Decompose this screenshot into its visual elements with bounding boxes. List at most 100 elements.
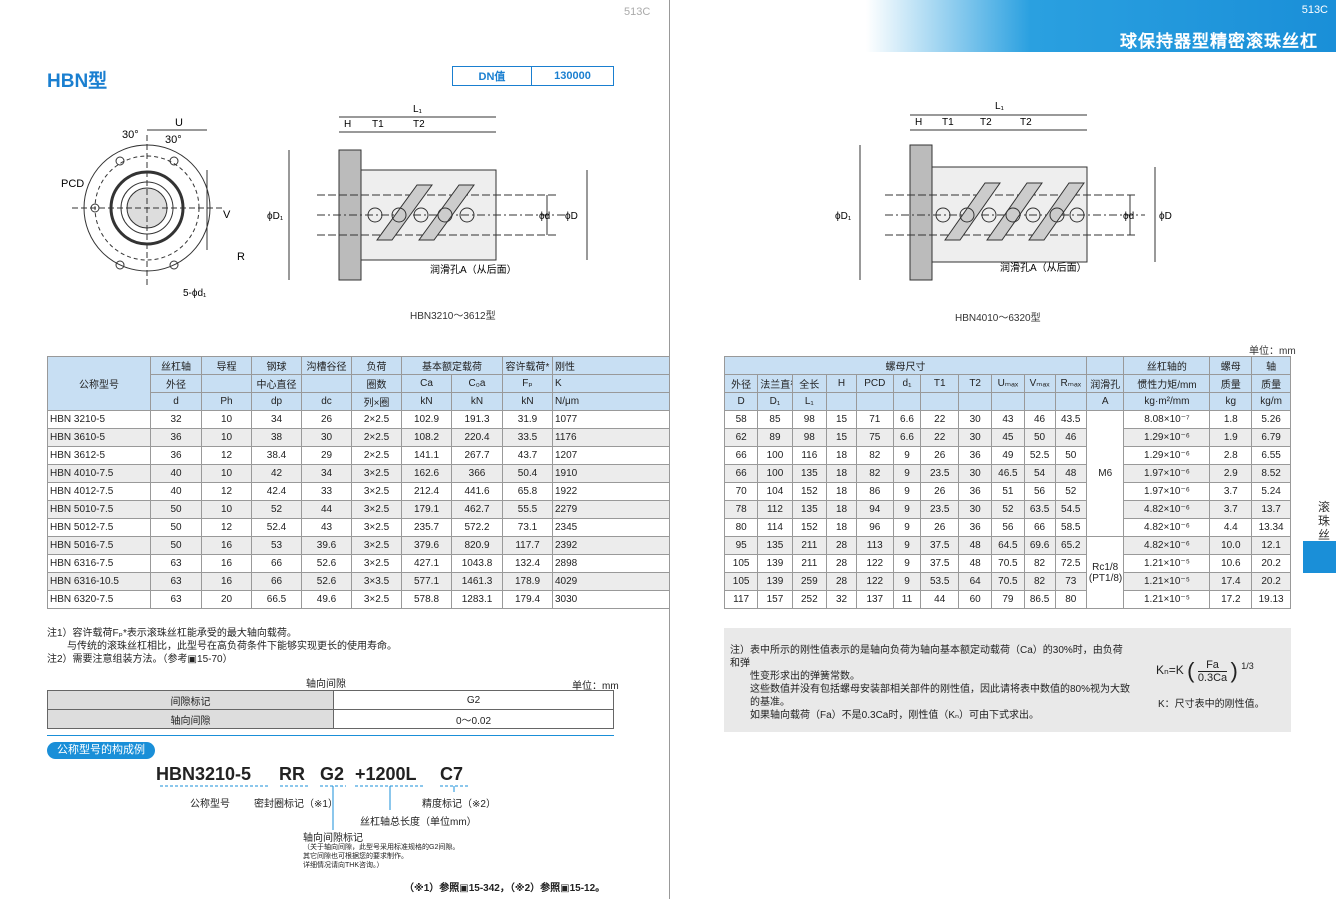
table-cell: 114 xyxy=(757,518,793,537)
table-cell: 23.5 xyxy=(920,464,960,483)
sym-blank-t2 xyxy=(958,392,993,411)
table-cell: 30 xyxy=(958,464,993,483)
label-pcd: PCD xyxy=(61,178,84,190)
table-cell: 42.4 xyxy=(251,482,302,501)
table-cell: 152 xyxy=(791,518,827,537)
table-cell: 48 xyxy=(1054,464,1087,483)
table-cell: 36 xyxy=(958,518,993,537)
table-cell: 117.7 xyxy=(502,536,553,555)
label-d1-right: ϕD₁ xyxy=(835,211,852,222)
table-cell: 102.9 xyxy=(401,410,452,429)
table-cell: 18 xyxy=(825,446,858,465)
table-cell: 4.82×10⁻⁶ xyxy=(1123,518,1211,537)
sub-blank-2 xyxy=(301,374,352,393)
table-cell: 100 xyxy=(757,464,793,483)
table-row: HBN 5010-7.5 50 10 52 44 3×2.5 179.1 462.7 55.5 2… xyxy=(47,500,670,519)
table-cell: 70 xyxy=(723,482,759,501)
nut-side-view-large xyxy=(859,114,1156,281)
sym-kn3: kN xyxy=(502,392,553,411)
table-cell: 32 xyxy=(825,590,858,609)
formula-den: 0.3Ca xyxy=(1197,671,1228,684)
table-cell: 1207 xyxy=(552,446,670,465)
table-cell: 63.5 xyxy=(1023,500,1056,519)
label-d1-left: ϕD₁ xyxy=(267,211,284,222)
col-nut-mass: 螺母 xyxy=(1209,356,1253,375)
table-cell: 10 xyxy=(201,428,252,447)
formula-num: Fa xyxy=(1197,659,1228,672)
table-cell: 52 xyxy=(1054,482,1087,501)
code-accuracy: C7 xyxy=(440,764,464,784)
table-cell: 28 xyxy=(825,554,858,573)
note-left-3: 注2）需要注意组装方法。（参考▣15-70） xyxy=(47,654,233,665)
label-lube-right: 润滑孔A（从后面） xyxy=(1000,261,1087,274)
left-drawings: U 30° 30° PCD V R 5-ϕd₁ L₁ H T1 T2 ϕD₁ ϕ… xyxy=(61,104,588,299)
formula: Kₙ=K ( Fa 0.3Ca ) 1/3 xyxy=(1156,658,1254,684)
cell-model: HBN 3610-5 xyxy=(47,428,151,447)
table-row: 105 139 259 28 122 9 53.5 64 70.5 82 73 1.21×10⁻⁵ 17… xyxy=(723,572,1291,591)
table-cell: 63 xyxy=(150,572,202,591)
table-cell: 50 xyxy=(1023,428,1056,447)
table-cell: 10 xyxy=(201,410,252,429)
table-cell: 26 xyxy=(920,446,960,465)
table-cell: 100 xyxy=(757,446,793,465)
gap-explanation-1: （关于轴向间隙，此型号采用标准规格的G2间隙。 xyxy=(303,844,460,851)
label-u: U xyxy=(175,117,183,129)
note-right-4: 的基准。 xyxy=(730,697,790,708)
table-cell: 366 xyxy=(451,464,503,483)
sub-rmax: Rₘₐₓ xyxy=(1054,374,1087,393)
table-cell: 56 xyxy=(991,518,1025,537)
right-drawing: L₁ H T1 T2 T2 ϕD₁ ϕd ϕD 润滑孔A（从后面） xyxy=(835,101,1172,281)
sym-rows: 列×圈 xyxy=(351,392,402,411)
sym-kn1: kN xyxy=(401,392,452,411)
table-cell: 1077 xyxy=(552,410,670,429)
cell-model: HBN 4010-7.5 xyxy=(47,464,151,483)
table-cell: 3.7 xyxy=(1209,482,1253,501)
table-cell: 427.1 xyxy=(401,554,452,573)
table-cell: 122 xyxy=(856,554,894,573)
note-right-2: 性变形求出的弹簧常数。 xyxy=(730,671,860,682)
table-cell: 52 xyxy=(991,500,1025,519)
table-cell: 33.5 xyxy=(502,428,553,447)
cell-model: HBN 6320-7.5 xyxy=(47,590,151,609)
table-cell: 139 xyxy=(757,554,793,573)
table-cell: 2×2.5 xyxy=(351,446,402,465)
table-cell: 40 xyxy=(150,464,202,483)
col-ball-center: 钢球 xyxy=(251,356,302,375)
gap-explanation-2: 其它间隙也可根据您的要求制作。 xyxy=(303,853,408,860)
table-cell: 112 xyxy=(757,500,793,519)
table-cell: 2279 xyxy=(552,500,670,519)
cell-model: HBN 6316-10.5 xyxy=(47,572,151,591)
side-category-tab[interactable] xyxy=(1303,541,1336,573)
label-holes: 5-ϕd₁ xyxy=(183,288,207,299)
table-row: HBN 3612-5 36 12 38.4 29 2×2.5 141.1 267.7 43.7 1… xyxy=(47,446,670,465)
table-cell: 70.5 xyxy=(991,554,1025,573)
sub-circuits: 圈数 xyxy=(351,374,402,393)
table-cell: 46 xyxy=(1054,428,1087,447)
table-cell: 178.9 xyxy=(502,572,553,591)
table-cell: 157 xyxy=(757,590,793,609)
table-cell: 66 xyxy=(723,464,759,483)
sym-kg: kg xyxy=(1209,392,1253,411)
table-cell: 3×2.5 xyxy=(351,536,402,555)
col-permissible-load: 容许载荷* xyxy=(502,356,553,375)
col-shaft-od: 丝杠轴 xyxy=(150,356,202,375)
table-cell: 19.13 xyxy=(1251,590,1291,609)
table-cell: 6.6 xyxy=(892,428,922,447)
sym-blank-pcd xyxy=(856,392,894,411)
note-left-1: 注1）容许载荷Fₚ*表示滚珠丝杠能承受的最大轴向载荷。 xyxy=(47,628,297,639)
label-l1-right: L₁ xyxy=(995,101,1005,112)
table-cell: 23.5 xyxy=(920,500,960,519)
table-cell: 116 xyxy=(791,446,827,465)
sub-length: 全长 xyxy=(791,374,827,393)
label-t2-right: T2 xyxy=(980,117,992,128)
table-cell: 66 xyxy=(1023,518,1056,537)
label-v: V xyxy=(223,209,231,221)
table-cell: 53.5 xyxy=(920,572,960,591)
table-cell: 30 xyxy=(958,428,993,447)
sub-od: 外径 xyxy=(723,374,759,393)
table-cell: 2×2.5 xyxy=(351,428,402,447)
table-cell: 3×2.5 xyxy=(351,518,402,537)
table-cell: 1.8 xyxy=(1209,410,1253,429)
cell-model: HBN 5010-7.5 xyxy=(47,500,151,519)
table-cell: 12.1 xyxy=(1251,536,1291,555)
